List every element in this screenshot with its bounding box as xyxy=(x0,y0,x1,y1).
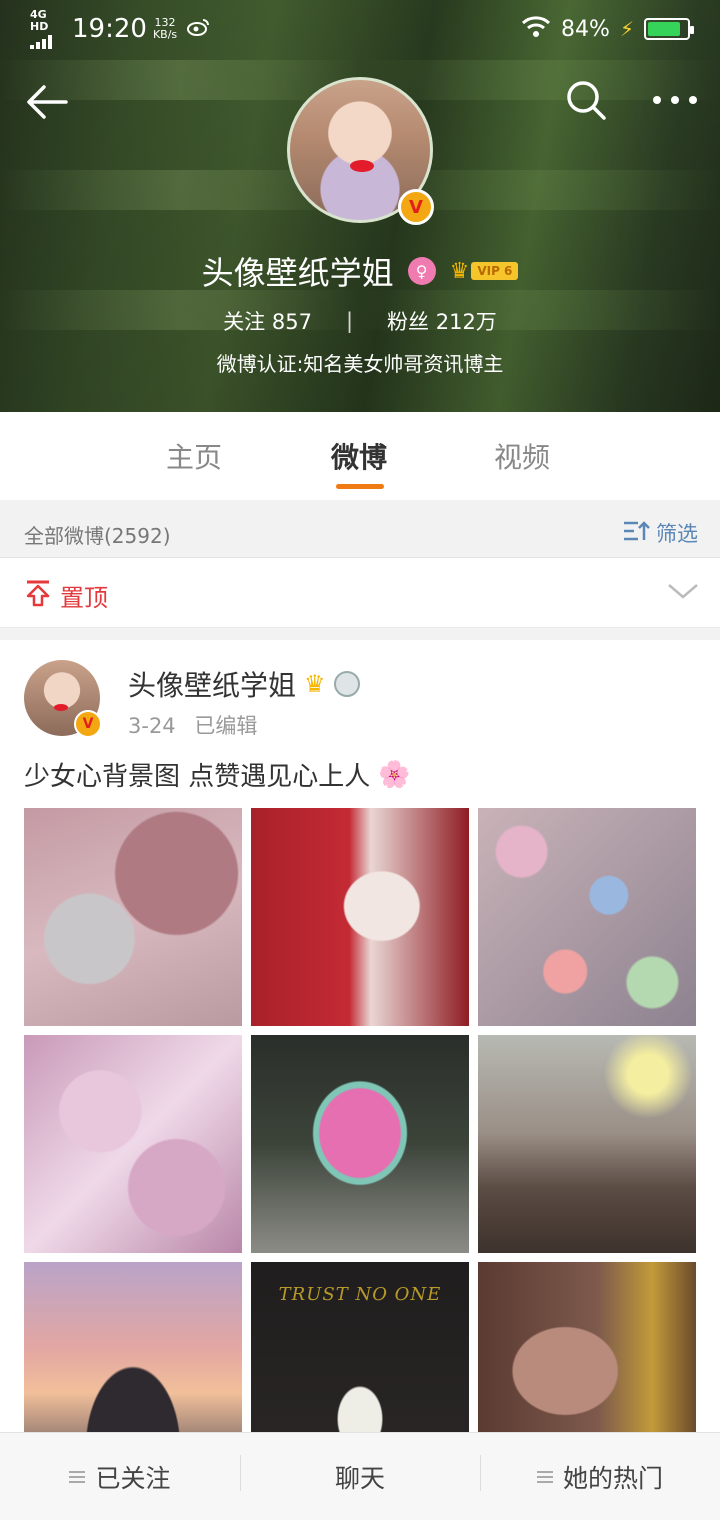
network-speed: 132 KB/s xyxy=(153,17,177,41)
medal-icon xyxy=(333,671,360,697)
following-label: 关注 xyxy=(223,310,266,334)
tab-weibo[interactable]: 微博 xyxy=(331,436,387,476)
clock: 19:20 xyxy=(72,14,147,44)
filter-icon xyxy=(622,519,650,548)
photo-red-dress[interactable] xyxy=(251,808,469,1026)
menu-icon xyxy=(69,1470,86,1483)
pinned-section[interactable]: 置顶 xyxy=(0,558,720,628)
verification-text: 微博认证:知名美女帅哥资讯博主 xyxy=(216,352,504,376)
filter-label: 筛选 xyxy=(656,522,698,546)
signal-icon: 4G HD xyxy=(30,9,68,49)
search-icon[interactable] xyxy=(562,76,610,124)
photo-heart-gems[interactable] xyxy=(478,808,696,1026)
photo-heart-mirror[interactable] xyxy=(251,1035,469,1253)
profile-tabs: 主页 微博 视频 xyxy=(0,412,720,500)
photo-caption: TRUST NO ONE xyxy=(278,1284,442,1305)
following-count: 857 xyxy=(271,310,312,334)
post-author[interactable]: 头像壁纸学姐 xyxy=(128,664,296,704)
chat-button[interactable]: 聊天 xyxy=(240,1433,480,1520)
filter-button[interactable]: 筛选 xyxy=(622,518,698,548)
post-meta: 3-24 已编辑 xyxy=(128,710,257,740)
fans-count: 212万 xyxy=(435,310,497,334)
vip-crown-icon: ♛ xyxy=(304,670,326,698)
post-text: 少女心背景图 点赞遇见心上人 xyxy=(24,762,371,792)
profile-header: 4G HD 19:20 132 KB/s 84% ⚡ V 头像壁纸学姐 ♀ ♛ … xyxy=(0,0,720,412)
pinned-label: 置顶 xyxy=(60,584,108,612)
back-arrow-icon[interactable] xyxy=(22,78,70,126)
fans-stat[interactable]: 粉丝 212万 xyxy=(387,306,497,336)
fans-label: 粉丝 xyxy=(387,310,430,334)
post-date: 3-24 xyxy=(128,714,176,738)
photo-pink-hearts[interactable] xyxy=(24,1035,242,1253)
post-author-row: 头像壁纸学姐 ♛ xyxy=(128,664,360,704)
menu-icon xyxy=(536,1470,553,1483)
weibo-count: 全部微博(2592) xyxy=(24,524,171,548)
hot-label: 她的热门 xyxy=(562,1463,663,1493)
chat-label: 聊天 xyxy=(334,1463,385,1493)
tab-video[interactable]: 视频 xyxy=(494,436,550,476)
photo-window-sunset[interactable] xyxy=(478,1035,696,1253)
weibo-logo-icon xyxy=(187,17,211,42)
her-hot-button[interactable]: 她的热门 xyxy=(480,1433,720,1520)
speed-unit: KB/s xyxy=(152,28,178,41)
charging-icon: ⚡ xyxy=(619,17,634,41)
weibo-post: V 头像壁纸学姐 ♛ 3-24 已编辑 少女心背景图 点赞遇见心上人 🌸 TRU… xyxy=(0,640,720,1480)
battery-icon xyxy=(644,18,694,40)
post-edited: 已编辑 xyxy=(194,714,258,738)
battery-fill xyxy=(648,22,680,36)
bottom-action-bar: 已关注 聊天 她的热门 xyxy=(0,1432,720,1520)
filter-bar: 全部微博(2592) 筛选 xyxy=(0,500,720,558)
wifi-icon xyxy=(521,16,551,42)
photo-pink-hairties[interactable] xyxy=(24,808,242,1026)
vip-badge[interactable]: ♛ VIP 6 xyxy=(450,259,519,284)
stats-divider: | xyxy=(345,309,354,333)
following-stat[interactable]: 关注 857 xyxy=(223,306,312,336)
verified-v-icon: V xyxy=(398,189,434,225)
post-text-row: 少女心背景图 点赞遇见心上人 🌸 xyxy=(24,756,411,793)
pinned-label-row: 置顶 xyxy=(24,578,108,613)
female-gender-icon: ♀ xyxy=(407,257,436,285)
verified-v-icon: V xyxy=(74,710,102,738)
profile-name-row: 头像壁纸学姐 ♀ ♛ VIP 6 xyxy=(0,248,720,294)
avatar-detail xyxy=(350,160,374,172)
more-icon[interactable] xyxy=(648,80,702,120)
pin-top-icon xyxy=(24,579,52,613)
followed-label: 已关注 xyxy=(95,1463,171,1493)
followed-button[interactable]: 已关注 xyxy=(0,1433,240,1520)
active-tab-indicator xyxy=(336,484,384,489)
avatar-detail xyxy=(54,704,68,711)
image-grid: TRUST NO ONE xyxy=(24,808,696,1480)
profile-name: 头像壁纸学姐 xyxy=(201,254,394,292)
chevron-down-icon[interactable] xyxy=(666,576,700,606)
status-bar: 4G HD 19:20 132 KB/s 84% ⚡ xyxy=(30,9,694,49)
battery-percent: 84% xyxy=(561,16,610,42)
vip-crown-icon: ♛ xyxy=(449,258,470,284)
network-type: 4G HD xyxy=(30,8,49,33)
tab-home[interactable]: 主页 xyxy=(166,436,222,476)
vip-level: VIP 6 xyxy=(471,262,519,280)
cherry-blossom-emoji: 🌸 xyxy=(378,759,411,790)
profile-stats: 关注 857 | 粉丝 212万 xyxy=(0,306,720,336)
